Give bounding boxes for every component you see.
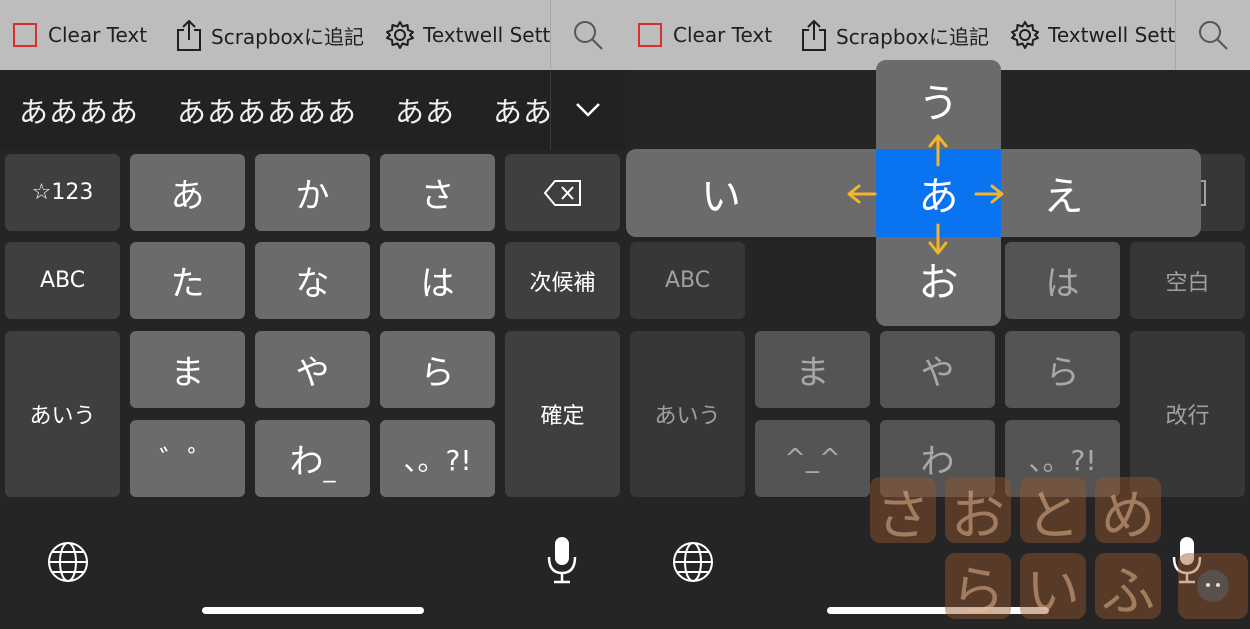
search-button[interactable] [1175, 0, 1250, 70]
clear-text-button[interactable]: Clear Text [625, 0, 790, 70]
kana-mode-key[interactable]: あいう [630, 331, 745, 497]
globe-button[interactable] [46, 540, 90, 588]
textwell-settings-button[interactable]: Textwell Settings [1000, 0, 1175, 70]
key-ta[interactable]: た [130, 242, 245, 319]
toolbar: Clear Text Scrapboxに追記 Textwell Settings [0, 0, 625, 70]
key-ra[interactable]: ら [1005, 331, 1120, 408]
scrapbox-append-label: Scrapboxに追記 [211, 24, 365, 49]
share-icon [177, 19, 201, 51]
candidate-list: ああああ ああああああ ああ あああ [0, 70, 550, 150]
globe-icon [48, 542, 88, 582]
flick-left-label: い [701, 174, 741, 220]
abc-mode-key[interactable]: ABC [5, 242, 120, 319]
textwell-settings-label: Textwell Settings [1048, 23, 1175, 47]
candidate-bar: ああああ ああああああ ああ あああ [0, 70, 625, 150]
confirm-key[interactable]: 確定 [505, 331, 620, 497]
globe-button[interactable] [671, 540, 715, 588]
key-wa[interactable]: わ _ [255, 420, 370, 497]
arrow-right-icon [974, 184, 1004, 204]
key-sa[interactable]: さ [380, 154, 495, 231]
backspace-icon [543, 179, 581, 206]
abc-mode-key[interactable]: ABC [630, 242, 745, 319]
clear-text-button[interactable]: Clear Text [0, 0, 165, 70]
space-key[interactable]: 空白 [1130, 242, 1245, 319]
candidate-item[interactable]: ああああああ [158, 89, 376, 131]
candidate-item[interactable]: ああ [376, 89, 474, 131]
key-ka[interactable]: か [255, 154, 370, 231]
key-ma[interactable]: ま [755, 331, 870, 408]
key-ya[interactable]: や [255, 331, 370, 408]
candidate-item[interactable]: ああああ [0, 89, 158, 131]
globe-icon [673, 542, 713, 582]
textwell-settings-button[interactable]: Textwell Settings [375, 0, 550, 70]
key-wa-label: わ [289, 442, 324, 482]
home-indicator[interactable] [827, 607, 1049, 614]
arrow-up-icon [928, 134, 948, 167]
gear-icon [386, 21, 414, 49]
arrow-down-icon [928, 223, 948, 255]
clear-text-label: Clear Text [48, 23, 148, 47]
key-ya[interactable]: や [880, 331, 995, 408]
watermark-char: お [945, 477, 1011, 547]
chevron-down-icon [576, 103, 600, 117]
textwell-settings-label: Textwell Settings [423, 23, 550, 47]
watermark-char: ふ [1095, 553, 1161, 623]
clear-box-icon [13, 23, 37, 47]
next-candidate-key[interactable]: 次候補 [505, 242, 620, 319]
search-icon [574, 21, 603, 50]
emoticon-key[interactable]: ^_^ [755, 420, 870, 497]
dakuten-key[interactable]: ゛゜ [130, 420, 245, 497]
home-indicator[interactable] [202, 607, 424, 614]
keyboard-panel-left: Clear Text Scrapboxに追記 Textwell Settings… [0, 0, 625, 629]
avatar-icon [1197, 570, 1229, 602]
watermark-char: と [1020, 477, 1086, 547]
expand-candidates-button[interactable] [550, 70, 625, 150]
search-button[interactable] [550, 0, 625, 70]
watermark-char: め [1095, 477, 1161, 547]
scrapbox-append-button[interactable]: Scrapboxに追記 [165, 0, 375, 70]
key-ra[interactable]: ら [380, 331, 495, 408]
arrow-left-icon [847, 184, 877, 204]
key-wa-underscore: _ [323, 454, 336, 483]
gear-icon [1011, 21, 1039, 49]
flick-direction-arrows [847, 134, 1004, 255]
dictation-button[interactable] [545, 535, 579, 589]
watermark-avatar [1178, 553, 1248, 619]
share-icon [802, 19, 826, 51]
microphone-icon [547, 537, 577, 584]
key-na[interactable]: な [255, 242, 370, 319]
punctuation-key[interactable]: 、。?! [380, 420, 495, 497]
key-ha[interactable]: は [380, 242, 495, 319]
keyboard-panel-right: Clear Text Scrapboxに追記 Textwell Settings… [625, 0, 1250, 629]
backspace-key[interactable] [505, 154, 620, 231]
kana-mode-key[interactable]: あいう [5, 331, 120, 497]
key-a[interactable]: あ [130, 154, 245, 231]
candidate-item[interactable]: あああ [474, 89, 550, 131]
key-ma[interactable]: ま [130, 331, 245, 408]
search-icon [1199, 21, 1228, 50]
numeric-mode-key[interactable]: ☆123 [5, 154, 120, 231]
scrapbox-append-label: Scrapboxに追記 [836, 24, 990, 49]
clear-box-icon [638, 23, 662, 47]
watermark-char: ら [945, 553, 1011, 623]
clear-text-label: Clear Text [673, 23, 773, 47]
watermark-char: い [1020, 553, 1086, 623]
watermark-char: さ [870, 477, 936, 547]
